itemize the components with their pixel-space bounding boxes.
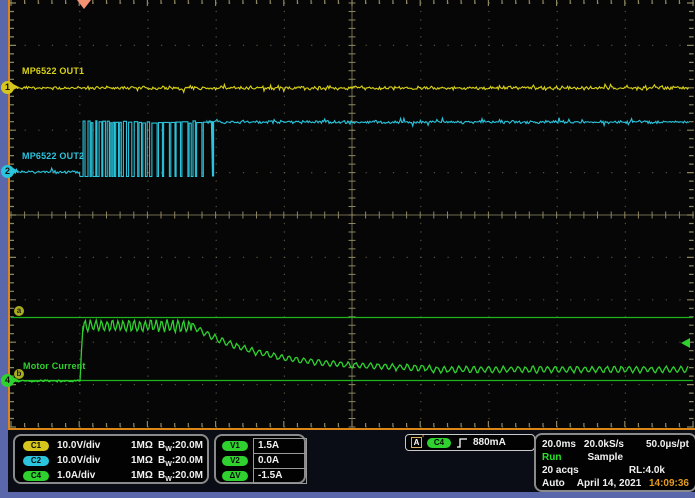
record-length: RL:4.0k <box>629 464 665 477</box>
ch2-settings-row[interactable]: C2 10.0V/div 1MΩ BW:20.0M <box>15 454 207 469</box>
ch4-settings-row[interactable]: C4 1.0A/div 1MΩ BW:20.0M <box>15 469 207 484</box>
cursor-v1-value: 1.5A <box>253 438 307 454</box>
ch1-bandwidth: BW:20.0M <box>158 440 203 453</box>
ch1-settings-row[interactable]: C1 10.0V/div 1MΩ BW:20.0M <box>15 439 207 454</box>
ch2-position-marker[interactable]: 2 <box>1 165 14 178</box>
sample-rate: 20.0kS/s <box>584 438 624 451</box>
horizontal-scale: 20.0ms <box>542 438 576 451</box>
ch1-position-marker[interactable]: 1 <box>1 81 14 94</box>
rising-edge-icon <box>456 437 468 449</box>
ch1-trace-label: MP6522 OUT1 <box>22 66 84 76</box>
c1-trace <box>11 84 689 92</box>
sample-resolution: 50.0µs/pt <box>646 438 689 451</box>
ch1-scale: 10.0V/div <box>57 440 100 451</box>
ch2-trace-label: MP6522 OUT2 <box>22 151 84 161</box>
ch2-bandwidth: BW:20.0M <box>158 455 203 468</box>
ch4-scale: 1.0A/div <box>57 470 95 481</box>
run-state: Run <box>542 451 561 464</box>
cursor-dv-badge[interactable]: ΔV <box>222 471 248 481</box>
status-bar: C1 10.0V/div 1MΩ BW:20.0M C2 10.0V/div 1… <box>8 430 695 492</box>
oscilloscope-screen: MP6522 OUT1 MP6522 OUT2 Motor Current 1 … <box>0 0 695 498</box>
ch4-bandwidth: BW:20.0M <box>158 470 203 483</box>
trigger-a-badge: A <box>411 437 422 448</box>
trigger-readout-box[interactable]: A C4 880mA <box>405 434 535 451</box>
cursor-v1-badge[interactable]: V1 <box>222 441 248 451</box>
ch2-impedance: 1MΩ <box>131 455 153 466</box>
ch2-badge[interactable]: C2 <box>23 456 49 466</box>
ch2-scale: 10.0V/div <box>57 455 100 466</box>
cursor-v2-badge[interactable]: V2 <box>222 456 248 466</box>
waveform-display[interactable]: MP6522 OUT1 MP6522 OUT2 Motor Current 1 … <box>8 0 695 430</box>
graticule-and-traces <box>10 0 694 428</box>
trigger-source-badge[interactable]: C4 <box>427 438 451 448</box>
cursor-v2-row: V2 0.0A <box>216 453 304 468</box>
trigger-level-value: 880mA <box>473 437 506 448</box>
time-display: 14:09:36 <box>649 477 689 490</box>
cursor-v2-value: 0.0A <box>253 453 307 469</box>
trigger-level-arrow-icon[interactable] <box>681 338 690 348</box>
ch4-badge[interactable]: C4 <box>23 471 49 481</box>
cursor-readout-box[interactable]: V1 1.5A V2 0.0A ΔV -1.5A <box>214 434 306 484</box>
ch1-impedance: 1MΩ <box>131 440 153 451</box>
acq-count: 20 acqs <box>542 464 579 477</box>
channel-settings-box[interactable]: C1 10.0V/div 1MΩ BW:20.0M C2 10.0V/div 1… <box>13 434 209 484</box>
ch4-trace-label: Motor Current <box>23 361 86 371</box>
cursor-dv-row: ΔV -1.5A <box>216 468 304 483</box>
cursor-dv-value: -1.5A <box>253 468 307 484</box>
ch1-badge[interactable]: C1 <box>23 441 49 451</box>
trigger-sweep-mode: Auto <box>542 477 565 490</box>
cursor-a-handle[interactable]: a <box>14 306 24 316</box>
cursor-v1-row: V1 1.5A <box>216 438 304 453</box>
ch4-impedance: 1MΩ <box>131 470 153 481</box>
cursor-b-handle[interactable]: b <box>14 369 24 379</box>
acquisition-info-box[interactable]: 20.0ms 20.0kS/s 50.0µs/pt Run Sample 20 … <box>534 433 695 492</box>
date-display: April 14, 2021 <box>577 477 641 490</box>
ch4-position-marker[interactable]: 4 <box>1 374 14 387</box>
trigger-position-marker-icon[interactable] <box>77 0 91 9</box>
acq-mode: Sample <box>587 451 623 464</box>
